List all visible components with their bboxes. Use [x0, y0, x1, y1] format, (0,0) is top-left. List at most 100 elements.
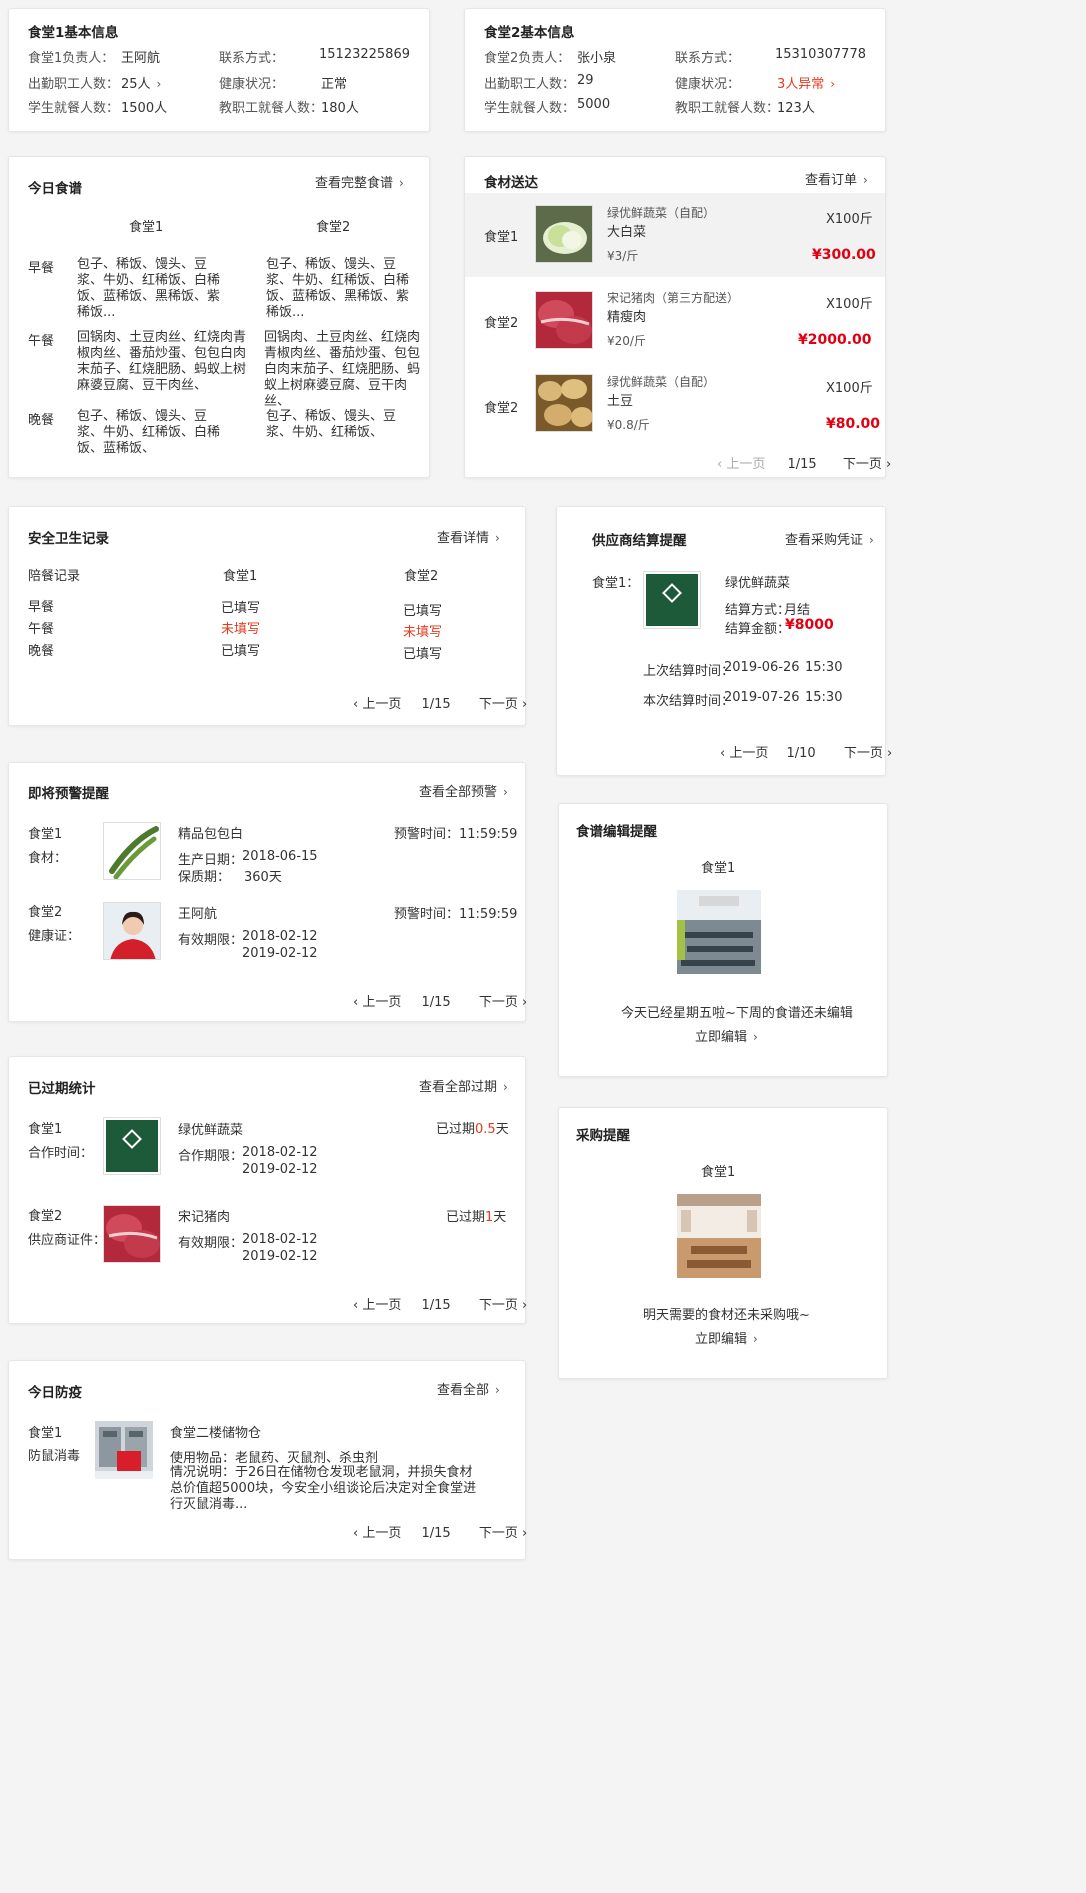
amount-label: 结算金额：	[725, 622, 791, 637]
header-canteen1: 食堂1	[223, 569, 258, 584]
expired-stats-card: 已过期统计 查看全部过期 › 食堂1 合作时间： 绿优鲜蔬菜 已过期0.5天 合作…	[8, 1056, 527, 1324]
health-value: 正常	[321, 77, 348, 92]
view-purchase-voucher-link[interactable]: 查看采购凭证 ›	[785, 529, 874, 548]
next-page-button[interactable]: 下一页 ›	[479, 693, 527, 712]
action-label: 立即编辑	[695, 1332, 748, 1347]
dining-hall-photo	[677, 890, 761, 974]
students-value: 5000	[577, 97, 611, 112]
prev-page-button[interactable]: ‹ 上一页	[353, 991, 401, 1010]
prev-label: 上一页	[362, 1298, 402, 1313]
delivery-canteen: 食堂2	[484, 401, 519, 416]
prev-page-button[interactable]: ‹ 上一页	[720, 742, 768, 761]
view-all-expired-link[interactable]: 查看全部过期 ›	[419, 1076, 508, 1095]
prev-page-button[interactable]: ‹ 上一页	[353, 1522, 401, 1541]
view-details-link[interactable]: 查看详情 ›	[437, 527, 500, 546]
health-abnormal-link[interactable]: 3人异常 ›	[777, 73, 835, 92]
next-page-button[interactable]: 下一页 ›	[479, 1294, 527, 1313]
restaurant-photo	[677, 1194, 761, 1278]
breakfast-label: 早餐	[28, 261, 55, 276]
pagination: ‹ 上一页 1/15 下一页 ›	[353, 693, 527, 712]
exp1-label: 合作期限：	[178, 1149, 244, 1164]
status-canteen2: 未填写	[403, 625, 443, 640]
edit-now-button[interactable]: 立即编辑 ›	[695, 1026, 758, 1045]
settle-canteen: 食堂1：	[592, 576, 640, 591]
view-all-link[interactable]: 查看全部 ›	[437, 1379, 500, 1398]
prev-page-button[interactable]: ‹ 上一页	[353, 1294, 401, 1313]
unit-price: ¥3/斤	[607, 249, 639, 263]
next-page-button[interactable]: 下一页 ›	[844, 742, 892, 761]
card-title: 食堂2基本信息	[484, 25, 575, 41]
page-indicator: 1/10	[786, 746, 816, 761]
link-label: 查看全部	[437, 1383, 490, 1398]
page-indicator: 1/15	[421, 697, 451, 712]
quantity: X100斤	[826, 297, 873, 312]
card-title: 采购提醒	[576, 1128, 630, 1144]
status-canteen1: 已填写	[221, 644, 261, 659]
teachers-value: 180人	[321, 101, 359, 116]
exp2-to: 2019-02-12	[242, 1249, 318, 1264]
prev-label: 上一页	[726, 457, 766, 472]
expired-suffix: 天	[493, 1210, 507, 1225]
vegetable-image	[103, 822, 161, 880]
next-label: 下一页	[842, 457, 882, 472]
view-all-warnings-link[interactable]: 查看全部预警 ›	[419, 781, 508, 800]
shelf-life-label: 保质期：	[178, 870, 231, 885]
view-full-menu-link[interactable]: 查看完整食谱 ›	[315, 172, 404, 191]
valid-from: 2018-02-12	[242, 929, 318, 944]
manager-label: 食堂1负责人：	[28, 51, 115, 66]
card-title: 即将预警提醒	[28, 786, 109, 802]
upcoming-warning-card: 即将预警提醒 查看全部预警 › 食堂1 食材： 精品包包白 预警时间：11:59:…	[8, 762, 527, 1022]
supplier-name: 绿优鲜蔬菜（自配）	[607, 375, 716, 389]
chevron-right-icon: ›	[156, 77, 162, 91]
pagination: ‹ 上一页 1/15 下一页 ›	[717, 453, 891, 472]
canteen1-info-card: 食堂1基本信息 食堂1负责人： 王阿航 联系方式： 15123225869 出勤…	[8, 8, 430, 132]
card-title: 今日食谱	[28, 181, 82, 197]
product-name: 大白菜	[607, 225, 647, 240]
method-value: 月结	[784, 603, 811, 618]
next-page-button[interactable]: 下一页 ›	[843, 453, 891, 472]
pagination: ‹ 上一页 1/15 下一页 ›	[353, 1294, 527, 1313]
prev-page-button[interactable]: ‹ 上一页	[717, 453, 765, 472]
lunch-label: 午餐	[28, 334, 55, 349]
prev-label: 上一页	[729, 746, 769, 761]
prev-label: 上一页	[362, 1526, 402, 1541]
header-canteen2: 食堂2	[404, 569, 439, 584]
chevron-right-icon: ›	[399, 176, 404, 190]
next-label: 下一页	[843, 746, 883, 761]
edit-now-button[interactable]: 立即编辑 ›	[695, 1328, 758, 1347]
supplier-logo	[103, 1117, 161, 1175]
chevron-right-icon: ›	[495, 531, 500, 545]
view-orders-link[interactable]: 查看订单 ›	[805, 169, 868, 188]
header-accompany: 陪餐记录	[28, 569, 81, 584]
warn1-time: 预警时间：11:59:59	[394, 827, 518, 842]
valid-to: 2019-02-12	[242, 946, 318, 961]
chevron-right-icon: ›	[503, 785, 508, 799]
exp1-type: 合作时间：	[28, 1146, 94, 1161]
contact-label: 联系方式：	[219, 51, 285, 66]
link-label: 查看订单	[805, 173, 858, 188]
health-label: 健康状况：	[219, 77, 285, 92]
teachers-label: 教职工就餐人数：	[219, 101, 324, 116]
next-page-button[interactable]: 下一页 ›	[479, 1522, 527, 1541]
last-settle-date: 2019-06-26	[724, 660, 800, 675]
lunch-canteen1: 回锅肉、土豆肉丝、红烧肉青椒肉丝、番茄炒蛋、包包白肉末茄子、红烧肥肠、蚂蚁上树麻…	[77, 330, 247, 393]
supplier-name: 绿优鲜蔬菜	[725, 576, 791, 591]
supplier-logo	[643, 571, 701, 629]
epidemic-type: 防鼠消毒	[28, 1449, 81, 1464]
status-canteen2: 已填写	[403, 647, 443, 662]
canteen-label: 食堂1	[701, 1165, 736, 1180]
staff-value-link[interactable]: 25人 ›	[121, 73, 161, 92]
prev-page-button[interactable]: ‹ 上一页	[353, 693, 401, 712]
students-value: 1500人	[121, 101, 168, 116]
page-indicator: 1/15	[421, 1526, 451, 1541]
delivery-canteen: 食堂1	[484, 230, 519, 245]
action-label: 立即编辑	[695, 1030, 748, 1045]
link-label: 查看详情	[437, 531, 490, 546]
exp1-canteen: 食堂1	[28, 1122, 63, 1137]
card-title: 食材送达	[484, 175, 538, 191]
chevron-right-icon: ›	[753, 1030, 758, 1044]
link-label: 查看全部预警	[419, 785, 498, 800]
next-page-button[interactable]: 下一页 ›	[479, 991, 527, 1010]
expired-prefix: 已过期	[436, 1122, 476, 1137]
person-photo	[103, 902, 161, 960]
